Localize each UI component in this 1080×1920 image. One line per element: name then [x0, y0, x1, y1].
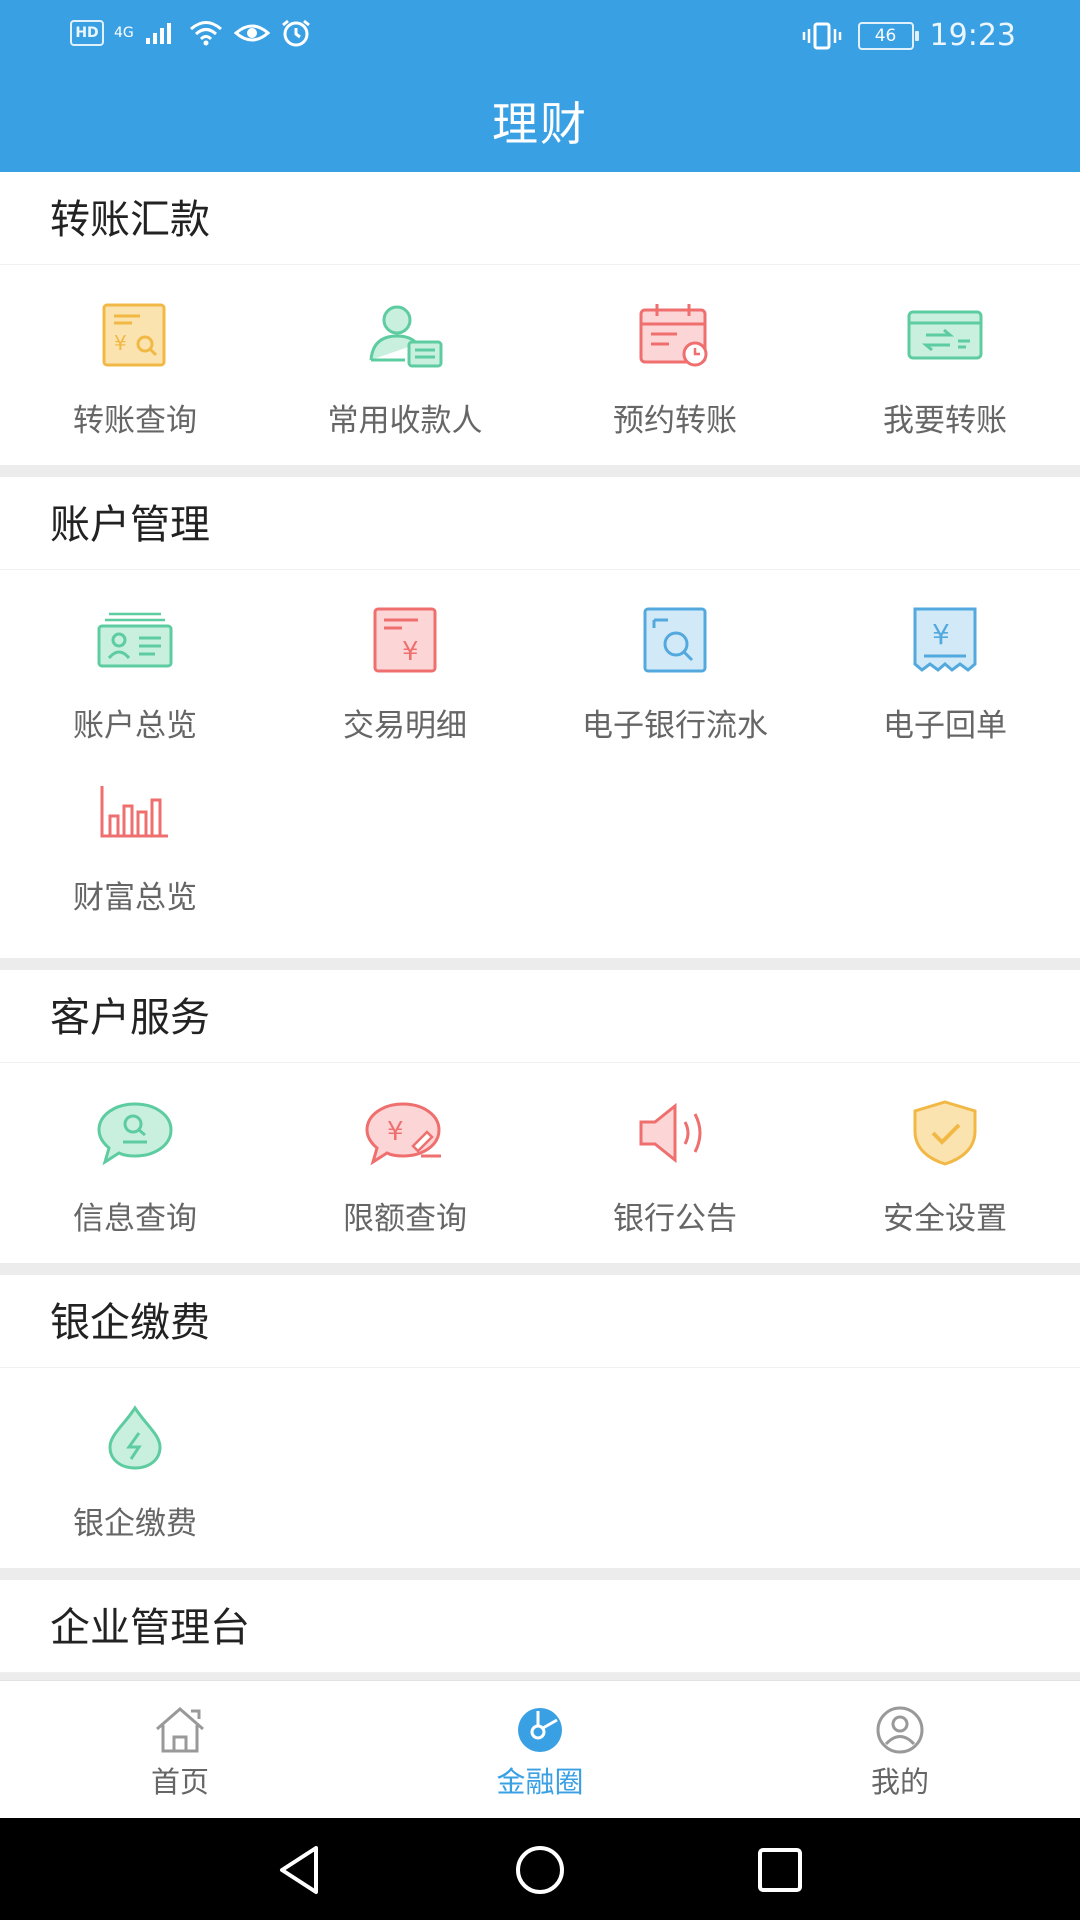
recents-icon[interactable]	[750, 1840, 810, 1900]
section-title: 银企缴费	[0, 1275, 1080, 1368]
item-label: 电子回单	[883, 708, 1007, 744]
item-label: 银企缴费	[73, 1506, 197, 1542]
bank-statement-button[interactable]: 电子银行流水	[540, 598, 810, 770]
wealth-overview-button[interactable]: 财富总览	[0, 770, 270, 942]
transfer-query-button[interactable]: ¥ 转账查询	[0, 293, 270, 465]
alarm-icon	[281, 19, 310, 47]
tab-home[interactable]: 首页	[0, 1681, 360, 1819]
section-title: 转账汇款	[0, 172, 1080, 265]
receipt-icon: ¥	[903, 598, 987, 682]
item-label: 财富总览	[73, 880, 197, 916]
wealth-chart-icon	[93, 770, 177, 854]
tab-bar: 首页 金融圈 我的	[0, 1680, 1080, 1819]
tab-label: 我的	[870, 1765, 929, 1799]
tab-finance-circle[interactable]: 金融圈	[360, 1681, 720, 1819]
section-title: 账户管理	[0, 477, 1080, 570]
section-service: 客户服务 信息查询 ¥ 限额查询 银行公告 安全设置	[0, 970, 1080, 1275]
svg-text:¥: ¥	[402, 637, 419, 667]
vibrate-icon	[802, 22, 841, 49]
item-label: 安全设置	[883, 1201, 1007, 1237]
section-title: 企业管理台	[0, 1580, 1080, 1673]
info-query-button[interactable]: 信息查询	[0, 1091, 270, 1263]
speaker-icon	[633, 1091, 717, 1175]
svg-text:¥: ¥	[114, 331, 127, 355]
payee-icon	[363, 293, 447, 377]
limit-query-button[interactable]: ¥ 限额查询	[270, 1091, 540, 1263]
system-nav-bar	[0, 1818, 1080, 1920]
security-settings-button[interactable]: 安全设置	[810, 1091, 1080, 1263]
content-scroll[interactable]: 转账汇款 ¥ 转账查询 常用收款人 预约转账 我要转账 账户管理 账户总览 ¥ …	[0, 172, 1080, 1680]
profile-icon	[876, 1706, 924, 1754]
transaction-detail-icon: ¥	[363, 598, 447, 682]
item-label: 转账查询	[73, 403, 197, 439]
transaction-detail-button[interactable]: ¥ 交易明细	[270, 598, 540, 770]
item-label: 交易明细	[343, 708, 467, 744]
wifi-icon	[189, 21, 222, 46]
page-title: 理财	[492, 97, 588, 151]
item-label: 银行公告	[613, 1201, 737, 1237]
signal-icon	[145, 23, 171, 44]
item-label: 预约转账	[613, 403, 737, 439]
info-chat-icon	[93, 1091, 177, 1175]
scheduled-transfer-button[interactable]: 预约转账	[540, 293, 810, 465]
transfer-query-icon: ¥	[93, 293, 177, 377]
tab-profile[interactable]: 我的	[720, 1681, 1080, 1819]
hd-badge: HD	[70, 20, 104, 46]
section-account: 账户管理 账户总览 ¥ 交易明细 电子银行流水 ¥ 电子回单 财富总览	[0, 477, 1080, 970]
shield-check-icon	[903, 1091, 987, 1175]
bank-notice-button[interactable]: 银行公告	[540, 1091, 810, 1263]
back-icon[interactable]	[270, 1840, 330, 1900]
bank-statement-icon	[633, 598, 717, 682]
svg-text:¥: ¥	[387, 1117, 404, 1147]
finance-circle-icon	[518, 1708, 562, 1752]
limit-query-icon: ¥	[363, 1091, 447, 1175]
tab-label: 首页	[150, 1765, 209, 1799]
item-label: 电子银行流水	[582, 708, 768, 744]
item-label: 常用收款人	[327, 403, 483, 439]
clock: 19:23	[929, 18, 1016, 53]
account-card-icon	[93, 598, 177, 682]
battery-indicator: 46	[857, 21, 919, 50]
section-enterprise: 企业管理台	[0, 1580, 1080, 1680]
eye-icon	[233, 24, 270, 42]
e-receipt-button[interactable]: ¥ 电子回单	[810, 598, 1080, 770]
tab-label: 金融圈	[496, 1765, 584, 1799]
item-label: 限额查询	[343, 1201, 467, 1237]
network-type: 4G	[114, 25, 134, 41]
section-transfer: 转账汇款 ¥ 转账查询 常用收款人 预约转账 我要转账	[0, 172, 1080, 477]
scheduled-transfer-icon	[633, 293, 717, 377]
app-header: HD 4G 46 19:23 理财	[0, 0, 1080, 172]
svg-text:¥: ¥	[932, 618, 950, 651]
water-drop-icon	[93, 1396, 177, 1480]
payee-button[interactable]: 常用收款人	[270, 293, 540, 465]
item-label: 我要转账	[883, 403, 1007, 439]
status-bar: HD 4G 46 19:23	[0, 0, 1080, 74]
section-title: 客户服务	[0, 970, 1080, 1063]
transfer-button[interactable]: 我要转账	[810, 293, 1080, 465]
bank-payment-button[interactable]: 银企缴费	[0, 1396, 270, 1568]
item-label: 账户总览	[73, 708, 197, 744]
transfer-card-icon	[903, 293, 987, 377]
item-label: 信息查询	[73, 1201, 197, 1237]
home-button-icon[interactable]	[510, 1840, 570, 1900]
home-icon	[156, 1707, 204, 1753]
section-payment: 银企缴费 银企缴费	[0, 1275, 1080, 1580]
account-overview-button[interactable]: 账户总览	[0, 598, 270, 770]
